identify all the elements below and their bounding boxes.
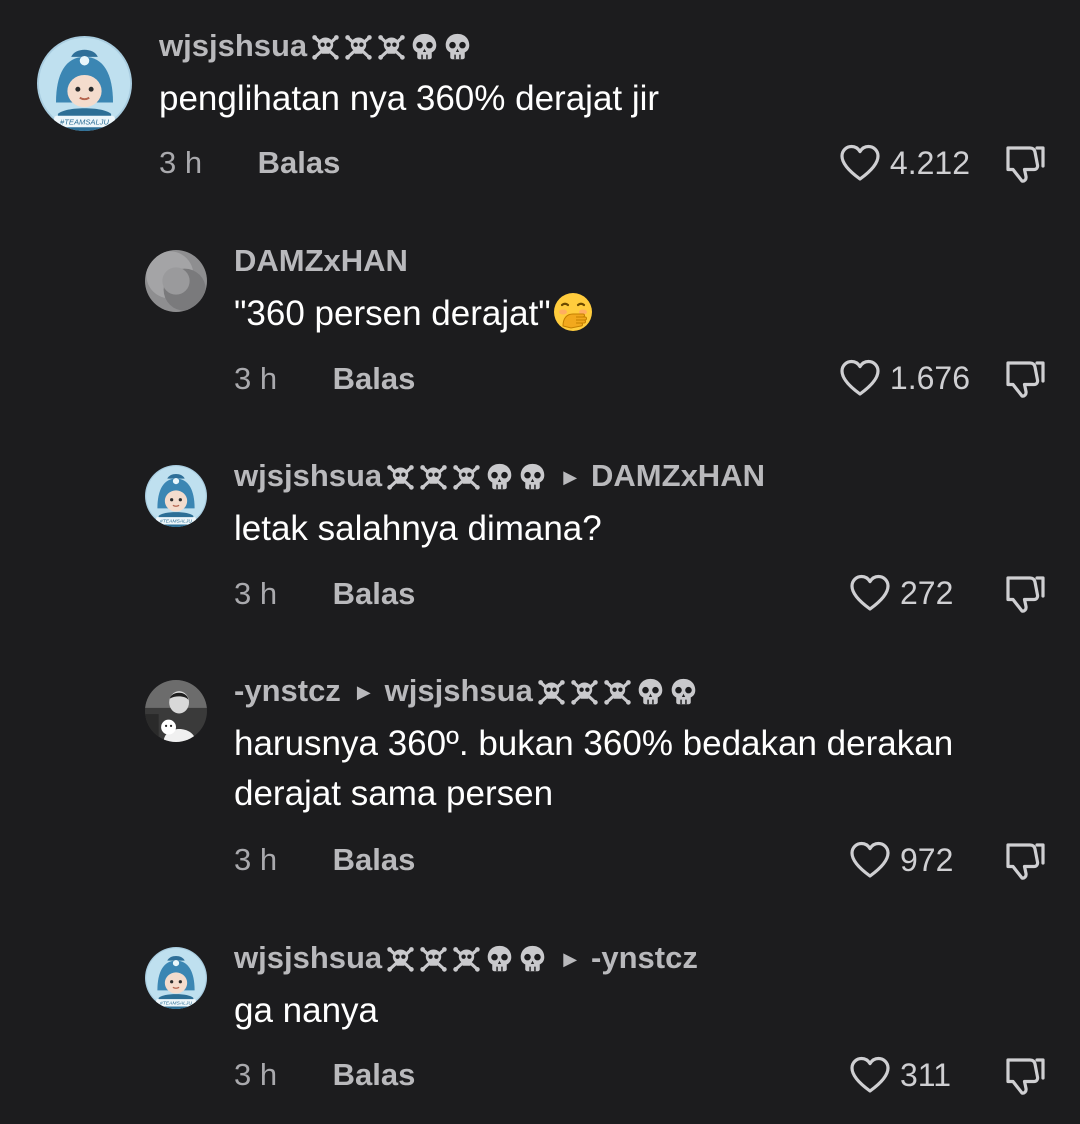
comment-text-line-1: harusnya 360º. bukan 360% bedakan deraka…: [234, 724, 954, 763]
avatar-image: [145, 465, 207, 527]
thumbs-down-icon[interactable]: [1002, 571, 1048, 615]
comment-time: 3 h: [159, 145, 203, 180]
thumbs-down-icon[interactable]: [1002, 838, 1048, 882]
skull-crossbones-icon: [452, 944, 481, 973]
like-count: 311: [900, 1056, 952, 1093]
comment-text-line-2: derajat sama persen: [234, 774, 554, 813]
heart-outline-icon[interactable]: [838, 143, 882, 183]
skull-crossbones-icon: [419, 944, 448, 973]
skull-crossbones-icon: [537, 677, 566, 706]
reply-button[interactable]: Balas: [258, 145, 341, 180]
heart-outline-icon[interactable]: [848, 1055, 892, 1095]
avatar-image: [145, 250, 207, 312]
comment-meta: 3 h Balas: [234, 361, 415, 397]
comment-time: 3 h: [234, 361, 278, 396]
comment-meta: 3 h Balas: [234, 842, 415, 878]
avatar-image: [37, 36, 132, 131]
avatar[interactable]: [145, 465, 207, 527]
skull-crossbones-icon: [344, 32, 373, 61]
thumbs-down-icon[interactable]: [1002, 356, 1048, 400]
skull-icon: [518, 462, 547, 491]
comment-username-row: DAMZxHAN: [234, 241, 408, 281]
skull-icon: [485, 944, 514, 973]
thumbs-down-icon[interactable]: [1002, 141, 1048, 185]
reply-button[interactable]: Balas: [333, 361, 416, 396]
comment-meta: 3 h Balas: [234, 576, 415, 612]
comment-actions: 1.676: [838, 358, 1048, 398]
comment-meta: 3 h Balas: [234, 1057, 415, 1093]
comment-actions: 972: [848, 840, 1048, 880]
skull-crossbones-icon: [570, 677, 599, 706]
comment-meta: 3 h Balas: [159, 145, 340, 181]
skull-crossbones-icon: [386, 462, 415, 491]
comment-username-row: wjsjshsua ▶ DAMZxHAN: [234, 456, 765, 496]
comment-text: ga nanya: [234, 991, 379, 1030]
skull-icon: [669, 677, 698, 706]
comment-username-row: wjsjshsua ▶ -ynstcz: [234, 938, 698, 978]
skull-crossbones-icon: [452, 462, 481, 491]
reply-to-username[interactable]: -ynstcz: [591, 940, 698, 976]
skull-icon: [518, 944, 547, 973]
thumbs-down-icon[interactable]: [1002, 1053, 1048, 1097]
comment-actions: 272: [848, 573, 1048, 613]
like-count: 4.212: [889, 144, 970, 181]
skull-crossbones-icon: [377, 32, 406, 61]
comment-username-row: wjsjshsua: [159, 26, 472, 66]
comment-item: wjsjshsua ▶ -ynstcz ga nanya 3 h Balas 3…: [0, 915, 1080, 1124]
avatar[interactable]: [145, 680, 207, 742]
reply-button[interactable]: Balas: [333, 842, 416, 877]
skull-crossbones-icon: [311, 32, 340, 61]
reply-arrow-icon: ▶: [356, 681, 371, 702]
comment-item: DAMZxHAN "360 persen derajat" 3 h Balas …: [0, 220, 1080, 435]
avatar[interactable]: [145, 947, 207, 1009]
comment-actions: 311: [848, 1055, 1048, 1095]
comment-username-row: -ynstcz ▶ wjsjshsua: [234, 671, 698, 711]
heart-outline-icon[interactable]: [848, 573, 892, 613]
comment-username[interactable]: wjsjshsua: [159, 28, 307, 64]
avatar[interactable]: [37, 36, 132, 131]
comment-text: "360 persen derajat": [234, 289, 595, 339]
comment-text: penglihatan nya 360% derajat jir: [159, 79, 660, 118]
like-count: 972: [900, 841, 954, 878]
reply-to-username[interactable]: wjsjshsua: [385, 673, 533, 709]
heart-outline-icon[interactable]: [848, 840, 892, 880]
reply-to-username[interactable]: DAMZxHAN: [591, 458, 765, 494]
comment-text: letak salahnya dimana?: [234, 509, 602, 548]
avatar-image: [145, 680, 207, 742]
comment-item: wjsjshsua ▶ DAMZxHAN letak salahnya dima…: [0, 435, 1080, 650]
comment-actions: 4.212: [838, 143, 1048, 183]
comment-username[interactable]: DAMZxHAN: [234, 243, 408, 279]
comment-username[interactable]: -ynstcz: [234, 673, 341, 709]
skull-crossbones-icon: [603, 677, 632, 706]
skull-crossbones-icon: [419, 462, 448, 491]
like-count: 1.676: [889, 359, 970, 396]
comment-item: -ynstcz ▶ wjsjshsua harusnya 360º. bukan…: [0, 650, 1080, 915]
skull-icon: [410, 32, 439, 61]
reply-arrow-icon: ▶: [563, 948, 578, 969]
heart-outline-icon[interactable]: [838, 358, 882, 398]
comment-username[interactable]: wjsjshsua: [234, 940, 382, 976]
comment-item: wjsjshsua penglihatan nya 360% derajat j…: [0, 0, 1080, 220]
comment-username[interactable]: wjsjshsua: [234, 458, 382, 494]
like-count: 272: [900, 574, 954, 611]
reply-button[interactable]: Balas: [333, 576, 416, 611]
face-with-hand-over-mouth-emoji: [551, 290, 595, 334]
skull-icon: [636, 677, 665, 706]
skull-icon: [485, 462, 514, 491]
avatar-image: [145, 947, 207, 1009]
comment-time: 3 h: [234, 842, 278, 877]
reply-arrow-icon: ▶: [563, 466, 578, 487]
skull-crossbones-icon: [386, 944, 415, 973]
skull-icon: [443, 32, 472, 61]
avatar[interactable]: [145, 250, 207, 312]
comment-time: 3 h: [234, 1057, 278, 1092]
comment-time: 3 h: [234, 576, 278, 611]
reply-button[interactable]: Balas: [333, 1057, 416, 1092]
